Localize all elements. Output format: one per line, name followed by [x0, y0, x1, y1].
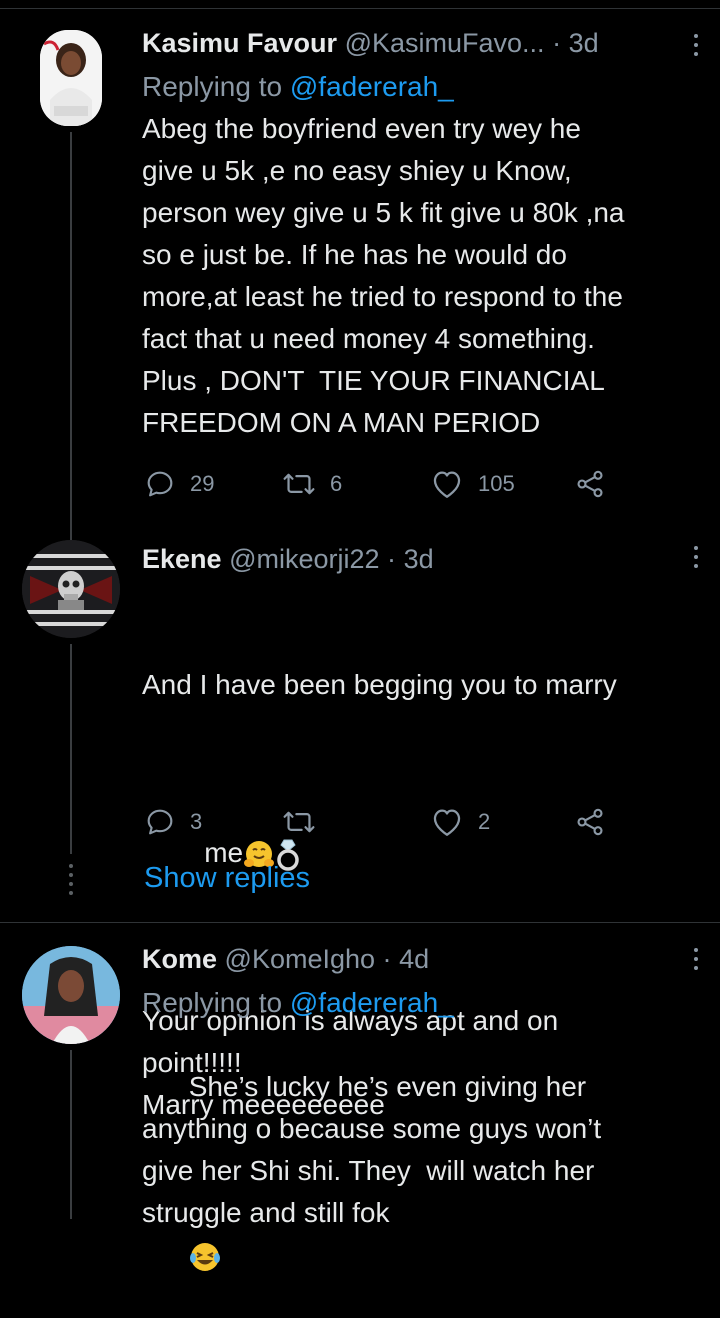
body-line: And I have been begging you to marry	[142, 669, 617, 700]
separator: ·	[387, 544, 397, 574]
tweet-kasimu[interactable]: Kasimu Favour @KasimuFavo... · 3d Replyi…	[0, 0, 720, 540]
share-icon	[577, 808, 603, 836]
avatar[interactable]	[22, 540, 120, 638]
more-icon[interactable]	[694, 948, 700, 974]
show-replies-link[interactable]: Show replies	[144, 862, 310, 895]
share-button[interactable]	[574, 804, 606, 840]
avatar[interactable]	[22, 946, 120, 1044]
reply-count: 3	[190, 809, 203, 834]
thread-continuation	[69, 644, 73, 895]
avatar[interactable]	[40, 30, 102, 126]
reply-button[interactable]: 29	[144, 466, 214, 502]
thread-line	[70, 132, 72, 540]
share-button[interactable]	[574, 466, 606, 502]
reply-icon	[147, 809, 173, 835]
author-name[interactable]: Kasimu Favour	[142, 28, 337, 58]
author-name[interactable]: Ekene	[142, 544, 222, 574]
more-icon[interactable]	[694, 34, 700, 60]
laughing-emoji	[189, 1242, 220, 1271]
author-name[interactable]: Kome	[142, 944, 217, 974]
reply-icon	[147, 471, 173, 497]
retweet-icon	[283, 473, 315, 495]
replying-to: Replying to @fadererah_	[142, 982, 702, 1024]
replying-to-handle[interactable]: @fadererah_	[290, 71, 454, 102]
separator: ·	[382, 944, 392, 974]
share-icon	[577, 470, 603, 498]
retweet-button[interactable]: 6	[282, 466, 342, 502]
like-icon	[433, 809, 461, 836]
like-button[interactable]: 105	[430, 466, 515, 502]
timestamp[interactable]: 3d	[569, 28, 599, 58]
tweet-body: She’s lucky he’s even giving her anythin…	[142, 1024, 702, 1318]
tweet-header: Kasimu Favour @KasimuFavo... · 3d	[142, 24, 702, 62]
replying-to: Replying to @fadererah_	[142, 66, 702, 108]
tweet-actions: 3 2	[142, 804, 622, 840]
tweet-kome[interactable]: Kome @KomeIgho · 4d Replying to @faderer…	[0, 940, 720, 1271]
avatar-photo	[22, 946, 120, 1044]
tweet-ekene[interactable]: Ekene @mikeorji22 · 3d And I have been b…	[0, 540, 720, 1120]
like-icon	[433, 471, 461, 498]
avatar-photo	[22, 540, 120, 638]
author-handle[interactable]: @KomeIgho	[225, 944, 376, 974]
tweet-header: Ekene @mikeorji22 · 3d	[142, 540, 702, 578]
retweet-count: 6	[330, 471, 343, 496]
author-handle[interactable]: @mikeorji22	[229, 544, 379, 574]
tweet-header: Kome @KomeIgho · 4d	[142, 940, 702, 978]
replying-to-handle[interactable]: @fadererah_	[290, 987, 454, 1018]
retweet-icon	[283, 811, 315, 833]
tweet-actions: 29 6 105	[142, 466, 622, 502]
reply-count: 29	[190, 471, 215, 496]
replying-prefix: Replying to	[142, 71, 283, 102]
tweet-body: Abeg the boyfriend even try wey he give …	[142, 113, 625, 438]
timestamp[interactable]: 3d	[404, 544, 434, 574]
section-divider	[0, 922, 720, 923]
like-button[interactable]: 2	[430, 804, 490, 840]
avatar-photo	[40, 30, 102, 126]
separator: ·	[552, 28, 562, 58]
like-count: 105	[478, 471, 515, 496]
like-count: 2	[478, 809, 491, 834]
more-icon[interactable]	[694, 546, 700, 572]
author-handle[interactable]: @KasimuFavo...	[345, 28, 545, 58]
timestamp[interactable]: 4d	[399, 944, 429, 974]
reply-button[interactable]: 3	[144, 804, 202, 840]
thread-line	[70, 1050, 72, 1219]
replying-prefix: Replying to	[142, 987, 283, 1018]
body-text: She’s lucky he’s even giving her anythin…	[142, 1071, 602, 1228]
retweet-button[interactable]	[282, 804, 330, 840]
